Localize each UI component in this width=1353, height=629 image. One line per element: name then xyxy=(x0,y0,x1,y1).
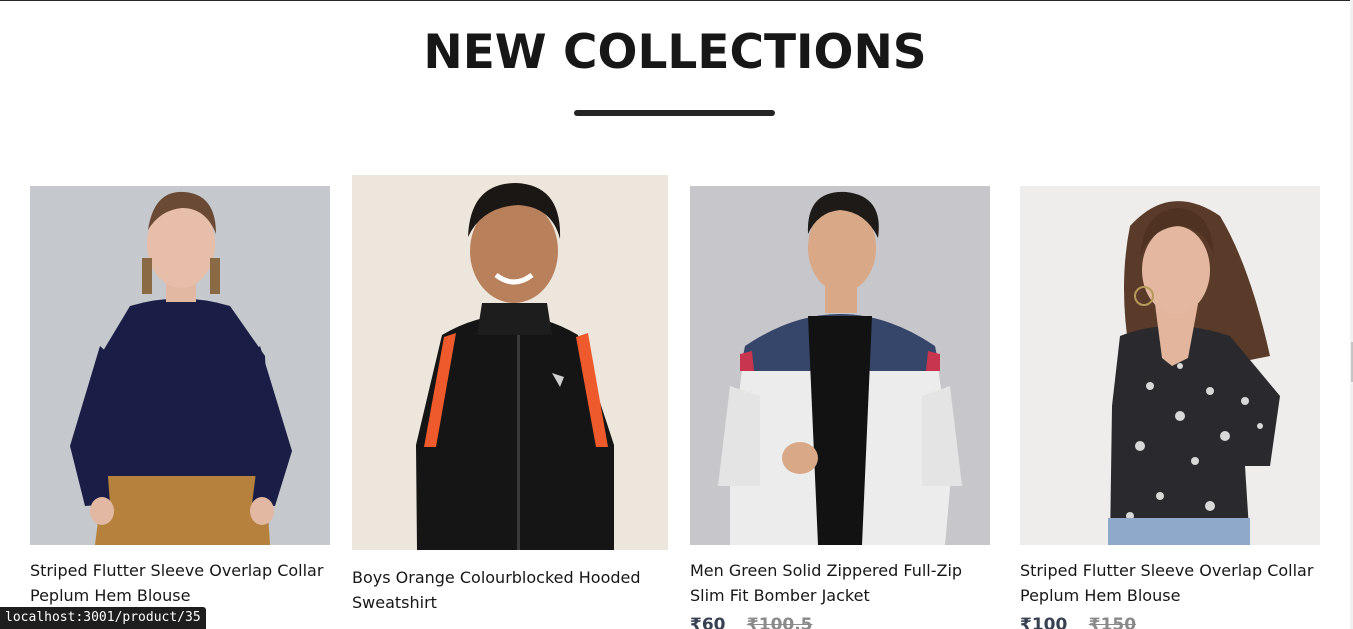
product-name[interactable]: Striped Flutter Sleeve Overlap Collar Pe… xyxy=(30,558,330,608)
price-new: ₹100 xyxy=(1020,615,1068,629)
woman-navy-top-photo xyxy=(30,186,330,545)
product-image[interactable] xyxy=(30,186,330,545)
product-image[interactable] xyxy=(690,186,990,545)
product-image[interactable] xyxy=(1020,186,1320,545)
price-block: ₹60 ₹100.5 xyxy=(690,615,813,629)
product-name[interactable]: Men Green Solid Zippered Full-Zip Slim F… xyxy=(690,558,990,608)
product-name[interactable]: Striped Flutter Sleeve Overlap Collar Pe… xyxy=(1020,558,1320,608)
price-old: ₹100.5 xyxy=(746,615,813,629)
woman-floral-blouse-photo xyxy=(1020,186,1320,545)
title-underline xyxy=(574,110,775,116)
top-divider xyxy=(0,0,1353,1)
section-title: NEW COLLECTIONS xyxy=(423,25,927,80)
product-name[interactable]: Boys Orange Colourblocked Hooded Sweatsh… xyxy=(352,565,668,615)
price-block: ₹100 ₹150 xyxy=(1020,615,1136,629)
man-white-bomber-photo xyxy=(690,186,990,545)
price-new: ₹60 xyxy=(690,615,726,629)
boy-black-jacket-photo xyxy=(352,175,668,550)
price-old: ₹150 xyxy=(1088,615,1137,629)
product-image[interactable] xyxy=(352,175,668,550)
link-preview-status: localhost:3001/product/35 xyxy=(0,607,206,629)
